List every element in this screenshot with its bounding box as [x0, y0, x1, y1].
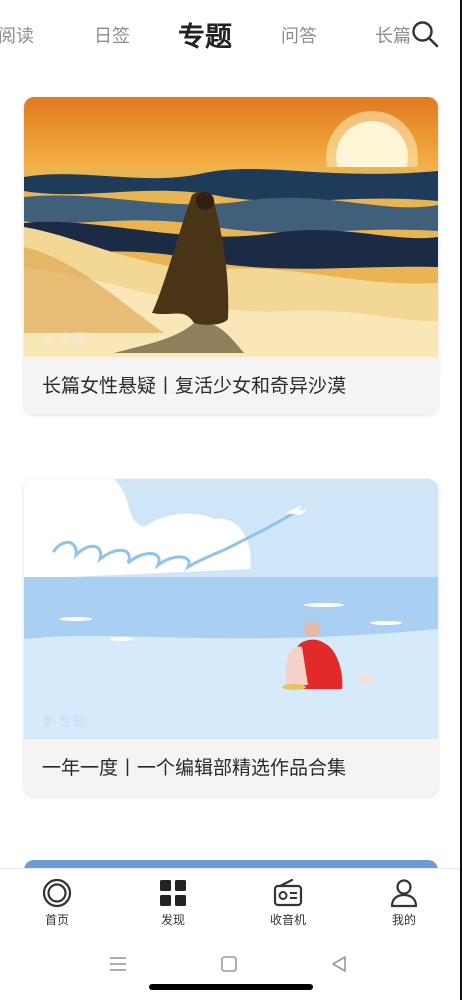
top-tab-bar: 阅读 日签 专题 问答 长篇	[0, 0, 462, 66]
nav-home[interactable]: 首页	[17, 877, 97, 928]
tab-read[interactable]: 阅读	[0, 22, 34, 48]
tab-longform[interactable]: 长篇	[375, 22, 411, 48]
desert-woman-illustration	[24, 97, 438, 357]
search-icon[interactable]	[410, 19, 440, 49]
home-indicator[interactable]	[149, 984, 313, 990]
square-icon[interactable]	[217, 952, 241, 976]
system-nav-bar	[0, 936, 462, 1000]
radio-icon	[273, 878, 303, 907]
tab-daily-sign[interactable]: 日签	[94, 22, 130, 48]
topic-tag: # 专题	[42, 332, 87, 348]
nav-label: 首页	[44, 913, 69, 927]
topic-card[interactable]: # 专题 长篇女性悬疑丨复活少女和奇异沙漠	[24, 97, 438, 414]
menu-icon[interactable]	[106, 952, 130, 976]
nav-discover[interactable]: 发现	[133, 877, 213, 928]
topic-tag: # 专题	[42, 714, 87, 730]
nav-label: 发现	[160, 913, 185, 927]
card-title[interactable]: 长篇女性悬疑丨复活少女和奇异沙漠	[42, 371, 346, 398]
home-circle-icon	[42, 878, 72, 908]
bottom-nav: 首页 发现 收音机 我的	[0, 868, 462, 937]
nav-radio[interactable]: 收音机	[248, 877, 328, 928]
back-triangle-icon[interactable]	[327, 952, 351, 976]
nav-label: 我的	[391, 913, 416, 927]
nav-label: 收音机	[269, 913, 306, 927]
person-icon	[390, 879, 418, 908]
topic-card[interactable]: # 专题 一年一度丨一个编辑部精选作品合集	[24, 479, 438, 796]
grid-icon	[160, 880, 186, 906]
sea-airplane-illustration	[24, 479, 438, 739]
tab-qa[interactable]: 问答	[281, 22, 317, 48]
nav-mine[interactable]: 我的	[364, 877, 444, 928]
tab-topics[interactable]: 专题	[178, 15, 232, 54]
card-title[interactable]: 一年一度丨一个编辑部精选作品合集	[42, 753, 346, 780]
